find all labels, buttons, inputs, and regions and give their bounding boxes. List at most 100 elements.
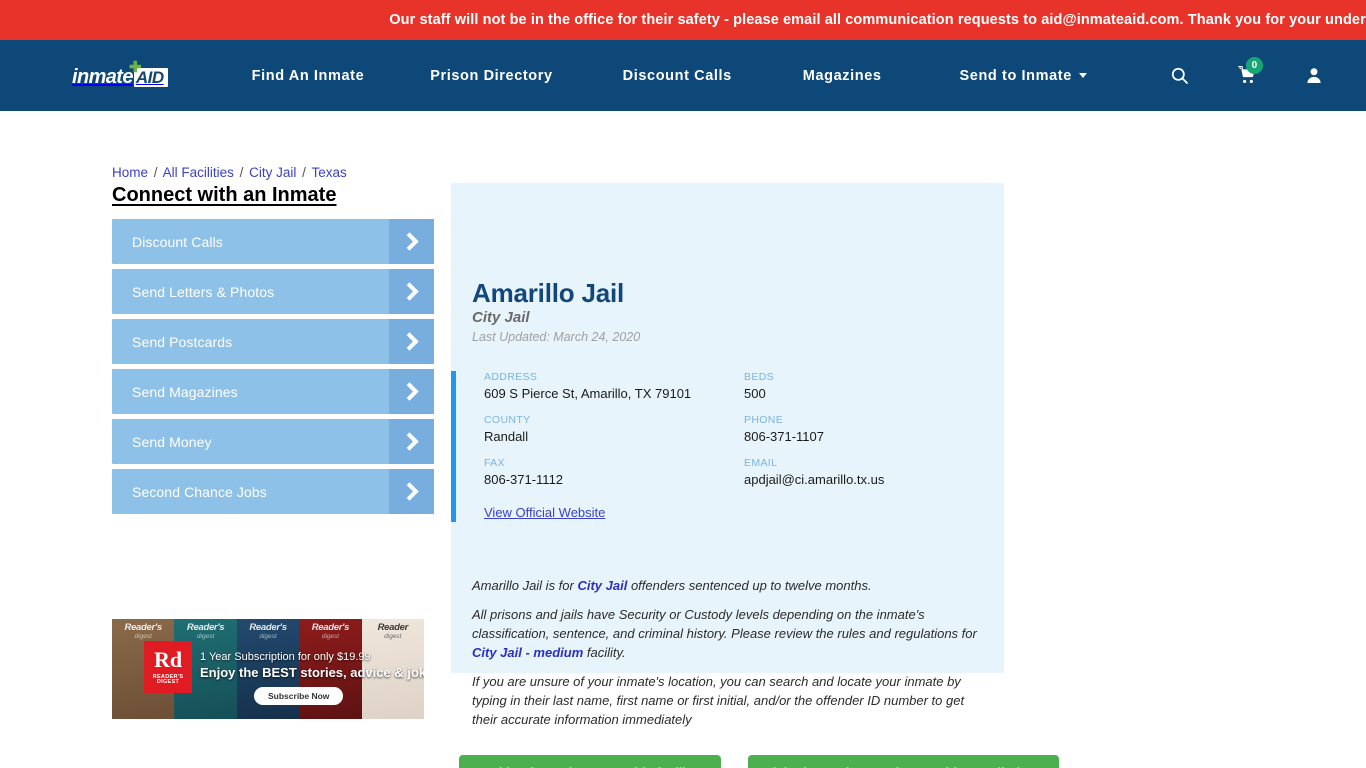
detail-phone: PHONE 806-371-1107: [744, 414, 1004, 444]
chevron-down-icon: [1078, 73, 1087, 78]
detail-value: 806-371-1107: [744, 429, 824, 444]
chevron-right-icon: [389, 469, 434, 514]
search-icon[interactable]: [1170, 66, 1189, 85]
breadcrumb-item-all-facilities[interactable]: All Facilities: [163, 165, 234, 180]
sidebar-item-send-money[interactable]: Send Money: [112, 419, 434, 464]
user-account-icon[interactable]: [1305, 66, 1323, 85]
ad-subheadline: Enjoy the BEST stories, advice & jokes!: [200, 665, 424, 680]
chevron-right-icon: [389, 369, 434, 414]
detail-label: EMAIL: [744, 457, 778, 469]
detail-label: COUNTY: [484, 414, 531, 426]
sidebar-item-discount-calls[interactable]: Discount Calls: [112, 219, 434, 264]
facility-description: Amarillo Jail is for City Jail offenders…: [472, 576, 982, 739]
detail-value: Randall: [484, 429, 529, 444]
nav-item-send-to-inmate[interactable]: Send to Inmate: [960, 68, 1087, 84]
detail-value: 500: [744, 386, 766, 401]
last-updated: Last Updated: March 24, 2020: [472, 330, 641, 344]
view-official-website-link[interactable]: View Official Website: [484, 505, 605, 520]
advertisement-banner[interactable]: Reader's digest Reader's digest Reader's…: [112, 619, 424, 719]
page-title: Amarillo Jail: [472, 278, 625, 308]
chevron-right-icon: [389, 319, 434, 364]
readers-digest-logo: Rd READER'S DIGEST: [144, 641, 192, 693]
sidebar-item-send-magazines[interactable]: Send Magazines: [112, 369, 434, 414]
ad-cover-sub: digest: [134, 633, 152, 640]
sidebar-heading: Connect with an Inmate: [112, 184, 337, 206]
alert-banner-text: Our staff will not be in the office for …: [389, 12, 1366, 28]
p2-text-a: All prisons and jails have Security or C…: [472, 607, 977, 641]
plus-icon: ✚: [129, 58, 142, 76]
ad-cover-title: Reader's: [124, 622, 163, 633]
ad-cover-title: Reader's: [311, 622, 350, 633]
description-paragraph-2: All prisons and jails have Security or C…: [472, 605, 982, 662]
sidebar-item-second-chance-jobs[interactable]: Second Chance Jobs: [112, 469, 434, 514]
breadcrumb-item-texas[interactable]: Texas: [311, 165, 346, 180]
p1-text-b: offenders sentenced up to twelve months.: [627, 578, 872, 593]
site-logo[interactable]: inmate AID ✚: [72, 60, 168, 88]
facility-details-left-column: ADDRESS 609 S Pierce St, Amarillo, TX 79…: [484, 371, 744, 522]
detail-value: 609 S Pierce St, Amarillo, TX 79101: [484, 386, 692, 401]
description-paragraph-1: Amarillo Jail is for City Jail offenders…: [472, 576, 982, 595]
detail-label: BEDS: [744, 371, 774, 383]
detail-label: ADDRESS: [484, 371, 538, 383]
breadcrumb-separator: /: [153, 165, 158, 180]
ad-cover-sub: digest: [196, 633, 215, 640]
facility-details-right-column: BEDS 500 PHONE 806-371-1107 EMAIL apdjai…: [744, 371, 1004, 522]
breadcrumb-item-home[interactable]: Home: [112, 165, 148, 180]
p2-city-jail-medium-link[interactable]: City Jail - medium: [472, 645, 583, 660]
cart-icon[interactable]: 0: [1237, 57, 1263, 85]
visitations-button[interactable]: Visitations - times, rules, Covid cancel…: [748, 755, 1060, 768]
ad-headline: 1 Year Subscription for only $19.99: [200, 651, 371, 663]
p1-text-a: Amarillo Jail is for: [472, 578, 578, 593]
sidebar-item-label: Send Money: [132, 433, 212, 450]
chevron-right-icon: [389, 419, 434, 464]
detail-email: EMAIL apdjail@ci.amarillo.tx.us: [744, 457, 1004, 487]
detail-address: ADDRESS 609 S Pierce St, Amarillo, TX 79…: [484, 371, 744, 401]
logo-word: inmate: [72, 65, 133, 88]
detail-county: COUNTY Randall: [484, 414, 744, 444]
nav-icon-group: 0: [1170, 57, 1323, 85]
chevron-right-icon: [389, 269, 434, 314]
p2-text-b: facility.: [583, 645, 626, 660]
nav-item-prison-directory[interactable]: Prison Directory: [430, 68, 552, 84]
cart-count-badge: 0: [1245, 57, 1263, 74]
detail-beds: BEDS 500: [744, 371, 1004, 401]
breadcrumb: Home / All Facilities / City Jail / Texa…: [112, 165, 347, 180]
alert-banner: Our staff will not be in the office for …: [0, 0, 1366, 40]
facility-type: City Jail: [472, 309, 530, 326]
sidebar-item-label: Discount Calls: [132, 233, 223, 250]
breadcrumb-item-city-jail[interactable]: City Jail: [249, 165, 296, 180]
breadcrumb-separator: /: [302, 165, 306, 180]
main-navbar: inmate AID ✚ Find An Inmate Prison Direc…: [0, 40, 1366, 111]
ad-logo-name: READER'S DIGEST: [152, 673, 184, 685]
p1-city-jail-link[interactable]: City Jail: [577, 578, 627, 593]
ad-subscribe-button[interactable]: Subscribe Now: [254, 687, 344, 705]
cta-button-row: Looking for an inmate at this facility? …: [459, 755, 1060, 768]
ad-cover-sub: digest: [321, 633, 340, 640]
chevron-right-icon: [389, 219, 434, 264]
sidebar-item-label: Second Chance Jobs: [132, 483, 267, 500]
detail-value: apdjail@ci.amarillo.tx.us: [744, 472, 885, 487]
detail-value: 806-371-1112: [484, 472, 564, 487]
description-paragraph-3: If you are unsure of your inmate's locat…: [472, 674, 965, 727]
nav-item-magazines[interactable]: Magazines: [803, 68, 882, 84]
looking-for-inmate-button[interactable]: Looking for an inmate at this facility?: [459, 755, 722, 768]
sidebar-item-send-postcards[interactable]: Send Postcards: [112, 319, 434, 364]
facility-details-columns: ADDRESS 609 S Pierce St, Amarillo, TX 79…: [484, 371, 1004, 522]
nav-dropdown-label: Send to Inmate: [959, 67, 1072, 84]
ad-cover-title: Reader's: [249, 622, 287, 633]
ad-cover-sub: digest: [384, 633, 402, 640]
ad-cover-title: Reader: [377, 622, 409, 633]
sidebar-item-label: Send Letters & Photos: [132, 283, 275, 300]
breadcrumb-separator: /: [239, 165, 244, 180]
ad-logo-initials: Rd: [153, 646, 183, 672]
nav-item-discount-calls[interactable]: Discount Calls: [623, 68, 732, 84]
ad-cover-title: Reader's: [186, 622, 225, 633]
sidebar-nav: Discount Calls Send Letters & Photos Sen…: [112, 219, 434, 519]
nav-item-find-an-inmate[interactable]: Find An Inmate: [252, 68, 365, 84]
sidebar-item-send-letters-photos[interactable]: Send Letters & Photos: [112, 269, 434, 314]
detail-fax: FAX 806-371-1112: [484, 457, 744, 487]
page-body: Home / All Facilities / City Jail / Texa…: [0, 111, 1366, 768]
facility-details: ADDRESS 609 S Pierce St, Amarillo, TX 79…: [451, 371, 1004, 522]
nav-links: Find An Inmate Prison Directory Discount…: [252, 68, 1087, 84]
detail-label: PHONE: [744, 414, 784, 426]
